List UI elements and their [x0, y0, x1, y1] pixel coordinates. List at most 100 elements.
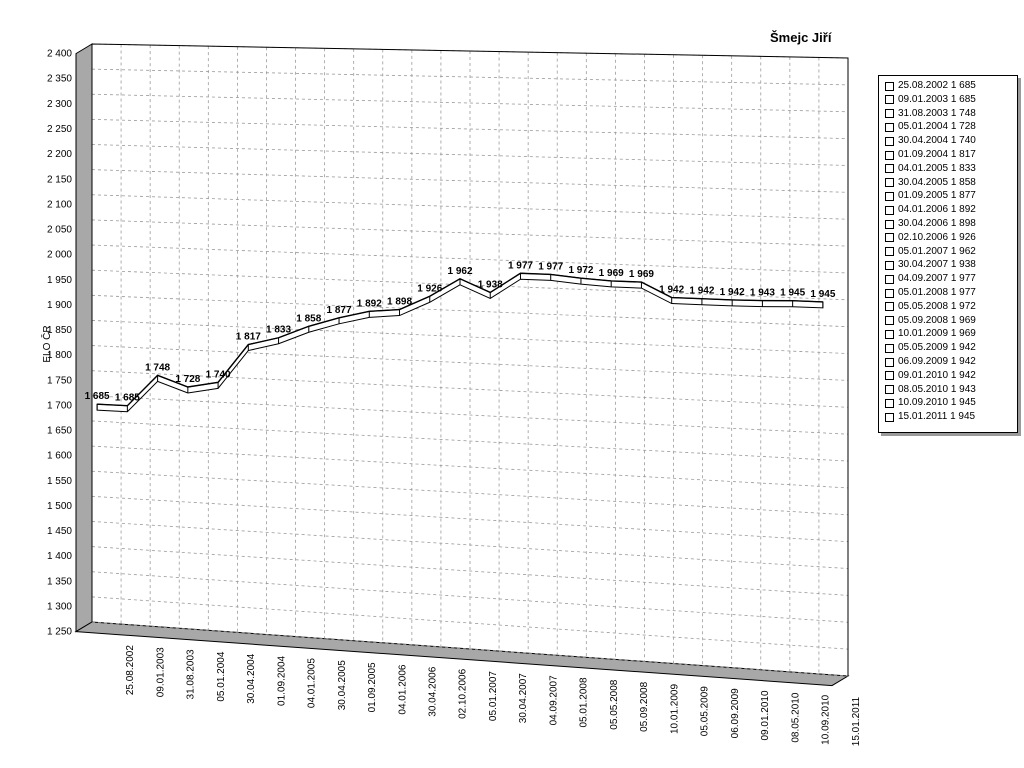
y-tick-label: 2 350 — [47, 74, 72, 85]
y-tick-label: 1 250 — [47, 627, 72, 638]
legend-swatch-icon — [885, 205, 894, 215]
x-tick-label: 30.04.2007 — [518, 673, 529, 723]
legend-label: 05.01.2008 1 977 — [898, 287, 976, 298]
y-tick-label: 1 600 — [47, 451, 72, 462]
legend-item: 30.04.2007 1 938 — [885, 259, 976, 271]
x-tick-label: 05.05.2008 — [609, 679, 620, 729]
x-tick-label: 05.09.2008 — [639, 681, 650, 731]
legend-label: 25.08.2002 1 685 — [898, 80, 976, 91]
data-label: 1 817 — [236, 332, 261, 343]
legend-swatch-icon — [885, 164, 894, 174]
legend-label: 01.09.2005 1 877 — [898, 190, 976, 202]
x-tick-label: 06.09.2009 — [730, 688, 741, 738]
legend-label: 09.01.2003 1 685 — [898, 93, 976, 105]
y-tick-label: 2 000 — [47, 250, 72, 261]
y-tick-label: 1 650 — [47, 426, 72, 437]
legend-swatch-icon — [885, 398, 894, 408]
legend-label: 06.09.2009 1 942 — [898, 356, 976, 367]
chart: 1 250 1 300 1 350 1 400 1 450 1 500 1 550 1 600… — [40, 43, 862, 746]
x-tick-label: 04.01.2006 — [397, 664, 408, 714]
legend-swatch-icon — [885, 260, 894, 270]
legend-item: 30.04.2006 1 898 — [885, 218, 976, 230]
legend-label: 04.09.2007 1 977 — [898, 273, 976, 285]
data-label: 1 926 — [417, 283, 442, 294]
y-tick-label: 2 250 — [47, 124, 72, 135]
legend-swatch-icon — [885, 150, 894, 160]
data-label: 1 942 — [689, 286, 714, 297]
legend-item: 06.09.2009 1 942 — [885, 356, 976, 368]
legend-item: 05.05.2009 1 942 — [885, 342, 976, 354]
legend-label: 15.01.2011 1 945 — [898, 411, 976, 423]
legend-label: 10.01.2009 1 969 — [898, 328, 976, 340]
legend-label: 09.01.2010 1 942 — [898, 369, 976, 381]
legend-swatch-icon — [885, 357, 894, 367]
y-tick-label: 2 100 — [47, 199, 72, 210]
legend-item: 04.01.2006 1 892 — [885, 204, 976, 216]
legend-swatch-icon — [885, 95, 894, 105]
x-tick-label: 02.10.2006 — [458, 668, 469, 718]
left-wall — [75, 43, 93, 633]
data-label: 1 748 — [145, 362, 170, 373]
x-tick-label: 09.01.2010 — [760, 690, 771, 740]
legend-label: 30.04.2006 1 898 — [898, 218, 976, 229]
grid-line-h — [91, 93, 849, 113]
legend-item: 10.09.2010 1 945 — [885, 397, 976, 409]
legend-swatch-icon — [885, 274, 894, 284]
x-tick-label: 10.09.2010 — [821, 694, 832, 744]
data-label: 1 898 — [387, 297, 412, 308]
x-tick-label: 08.05.2010 — [790, 692, 801, 742]
y-tick-label: 2 050 — [47, 225, 72, 236]
y-tick-label: 1 550 — [47, 476, 72, 487]
legend-swatch-icon — [885, 371, 894, 381]
legend: 25.08.2002 1 685 09.01.2003 1 685 31.08.20… — [878, 75, 1018, 433]
x-tick-label: 30.04.2005 — [337, 660, 348, 710]
y-tick-label: 1 400 — [47, 551, 72, 562]
x-tick-label: 10.01.2009 — [669, 684, 680, 734]
legend-label: 08.05.2010 1 943 — [898, 383, 976, 395]
legend-swatch-icon — [885, 412, 894, 422]
data-label: 1 943 — [750, 288, 775, 299]
legend-item: 04.01.2005 1 833 — [885, 163, 976, 175]
data-label: 1 962 — [447, 266, 472, 277]
legend-swatch-icon — [885, 178, 894, 188]
legend-swatch-icon — [885, 247, 894, 257]
y-tick-label: 1 500 — [47, 501, 72, 512]
grid-line-h — [91, 320, 849, 354]
legend-label: 30.04.2005 1 858 — [898, 176, 976, 188]
legend-label: 05.01.2004 1 728 — [898, 121, 976, 133]
data-label: 1 942 — [659, 285, 684, 296]
legend-label: 31.08.2003 1 748 — [898, 107, 976, 119]
legend-label: 05.01.2007 1 962 — [898, 245, 976, 257]
data-label: 1 977 — [508, 260, 533, 271]
y-tick-label: 2 150 — [47, 174, 72, 185]
y-tick-label: 1 300 — [47, 601, 72, 612]
legend-label: 30.04.2007 1 938 — [898, 259, 976, 271]
x-tick-label: 30.04.2006 — [428, 666, 439, 716]
x-tick-label: 25.08.2002 — [125, 645, 136, 695]
legend-swatch-icon — [885, 316, 894, 326]
legend-item: 10.01.2009 1 969 — [885, 328, 976, 340]
legend-item: 01.09.2005 1 877 — [885, 190, 976, 202]
x-tick-label: 09.01.2003 — [155, 647, 166, 697]
legend-swatch-icon — [885, 302, 894, 312]
x-tick-label: 05.01.2004 — [216, 651, 227, 701]
legend-item: 01.09.2004 1 817 — [885, 149, 976, 161]
x-tick-label: 04.01.2005 — [307, 658, 318, 708]
y-tick-label: 2 400 — [47, 49, 72, 60]
x-tick-label: 04.09.2007 — [548, 675, 559, 725]
data-label: 1 685 — [115, 393, 140, 404]
x-tick-label: 05.01.2007 — [488, 671, 499, 721]
y-tick-label: 1 450 — [47, 526, 72, 537]
x-tick-label: 31.08.2003 — [186, 649, 197, 699]
legend-label: 01.09.2004 1 817 — [898, 149, 976, 160]
y-tick-label: 2 200 — [47, 149, 72, 160]
x-tick-label: 30.04.2004 — [246, 653, 257, 703]
legend-label: 05.05.2008 1 972 — [898, 300, 976, 312]
data-label: 1 972 — [568, 265, 593, 276]
legend-swatch-icon — [885, 385, 894, 395]
data-label: 1 942 — [720, 287, 745, 298]
legend-item: 30.04.2005 1 858 — [885, 177, 976, 189]
legend-item: 05.09.2008 1 969 — [885, 315, 976, 327]
data-label: 1 685 — [85, 391, 110, 402]
legend-swatch-icon — [885, 136, 894, 146]
